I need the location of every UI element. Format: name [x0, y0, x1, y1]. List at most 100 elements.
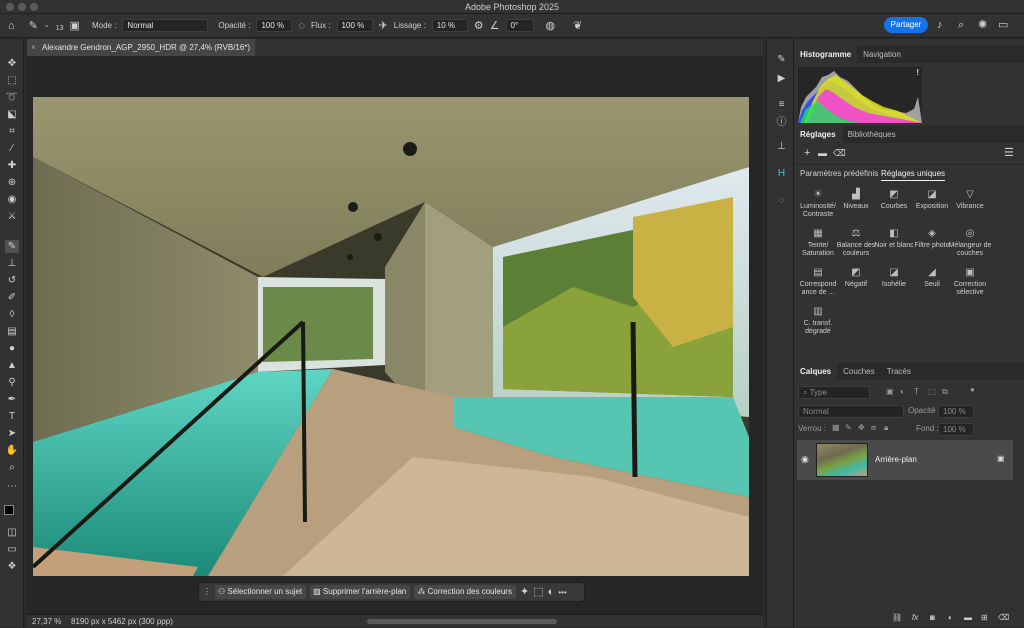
tab-histogram[interactable]: Histogramme: [794, 46, 858, 63]
spot-healing-tool-icon[interactable]: ✚: [5, 159, 19, 172]
screen-mode-icon[interactable]: ▭: [5, 543, 19, 556]
brush-tool-icon[interactable]: ✎: [29, 20, 38, 32]
brush-tool-icon[interactable]: ✎: [5, 240, 19, 253]
smoothing-field[interactable]: 10 %: [431, 19, 468, 32]
tab-layers[interactable]: Calques: [794, 363, 838, 380]
tab-paths[interactable]: Tracés: [881, 363, 917, 380]
color-correction-button[interactable]: ⁂ Correction des couleurs: [414, 585, 516, 599]
quick-mask-icon[interactable]: ◫: [5, 526, 19, 539]
tab-single-adjustments[interactable]: Réglages uniques: [881, 169, 946, 181]
brush-settings-dock-icon[interactable]: ✎: [775, 53, 788, 66]
new-layer-icon[interactable]: ⊞: [981, 613, 988, 622]
fill-field[interactable]: 100 %: [938, 423, 974, 436]
history-brush-tool-icon[interactable]: ↺: [5, 274, 19, 287]
gradient-tool-icon[interactable]: ▤: [5, 325, 19, 338]
tab-adjustments[interactable]: Réglages: [794, 126, 842, 143]
marquee-tool-icon[interactable]: ⬚: [5, 74, 19, 87]
pen-tool-icon[interactable]: ✒: [5, 393, 19, 406]
eraser-tool-icon[interactable]: ◊: [5, 308, 19, 321]
document-tab[interactable]: × Alexandre Gendron_AGP_2950_HDR @ 27,4%…: [27, 39, 255, 69]
trash-icon[interactable]: ⌫: [833, 147, 846, 159]
crop-tool-icon[interactable]: ⌗: [5, 125, 19, 138]
pressure-size-icon[interactable]: ◍: [546, 20, 556, 32]
lock-pixels-icon[interactable]: ▦: [832, 423, 840, 432]
actions-play-icon[interactable]: ▶: [775, 72, 788, 85]
hand-tool-icon[interactable]: ✋: [5, 444, 19, 457]
remove-background-button[interactable]: ▨ Supprimer l'arrière-plan: [310, 585, 411, 599]
mode-select[interactable]: Normal: [122, 19, 209, 32]
folder-icon[interactable]: ▬: [818, 147, 827, 159]
chevron-down-icon[interactable]: ⌄: [44, 20, 50, 32]
lasso-tool-icon[interactable]: ➰: [5, 91, 19, 104]
bell-icon[interactable]: ♪: [937, 19, 943, 31]
select-icon[interactable]: ⬚: [533, 586, 543, 598]
type-tool-icon[interactable]: T: [5, 410, 19, 423]
angle-field[interactable]: 0°: [505, 19, 534, 32]
patch-tool-icon[interactable]: ◉: [5, 193, 19, 206]
workspace-icon[interactable]: ▭: [998, 19, 1008, 31]
contrast-icon[interactable]: ◐: [548, 586, 555, 598]
sharpen-tool-icon[interactable]: ▲: [5, 359, 19, 372]
search-icon[interactable]: ⌕: [958, 19, 964, 31]
layer-name[interactable]: Arrière-plan: [875, 455, 917, 464]
lock-position-icon[interactable]: ✥: [858, 423, 865, 432]
add-mask-icon[interactable]: ◙: [930, 613, 935, 622]
lock-paint-icon[interactable]: ✎: [845, 423, 852, 432]
filter-adjust-icon[interactable]: ◐: [900, 387, 905, 396]
discover-icon[interactable]: ✺: [978, 19, 987, 31]
info-icon[interactable]: ⓘ: [775, 116, 788, 129]
fx-button[interactable]: fx: [912, 613, 918, 622]
zoom-level[interactable]: 27,37 %: [32, 615, 61, 628]
more-tools-icon[interactable]: ⋯: [5, 480, 19, 493]
layer-filter-select[interactable]: ⌕ Type: [798, 386, 870, 399]
airbrush-icon[interactable]: ✈: [379, 20, 388, 32]
add-icon[interactable]: +: [804, 147, 810, 159]
layer-opacity-field[interactable]: 100 %: [938, 405, 974, 418]
minimize-window-button[interactable]: [18, 3, 26, 11]
group-icon[interactable]: ▬: [964, 613, 972, 622]
link-layers-icon[interactable]: ⛓: [892, 613, 902, 622]
tab-channels[interactable]: Couches: [837, 363, 881, 380]
path-select-tool-icon[interactable]: ➤: [5, 427, 19, 440]
tab-libraries[interactable]: Bibliothèques: [842, 126, 902, 143]
maximize-window-button[interactable]: [30, 3, 38, 11]
filter-smart-icon[interactable]: ⧉: [942, 387, 948, 397]
dodge-tool-icon[interactable]: ⚲: [5, 376, 19, 389]
properties-icon[interactable]: ≡: [775, 98, 788, 111]
filter-pixel-icon[interactable]: ▣: [886, 387, 894, 396]
layer-row[interactable]: ◉ Arrière-plan ▣: [797, 440, 1013, 480]
adjustment-channel-mixer[interactable]: ◎ Mélangeur de couches: [948, 228, 992, 258]
pressure-opacity-icon[interactable]: ◌: [298, 20, 305, 32]
list-view-icon[interactable]: ☰: [1004, 147, 1014, 159]
more-button[interactable]: •••: [558, 588, 566, 597]
adjustment-selective-color[interactable]: ▣ Correction sélective: [948, 267, 992, 297]
delete-layer-icon[interactable]: ⌫: [998, 613, 1009, 622]
healing-tool-icon[interactable]: ⊕: [5, 176, 19, 189]
tab-presets[interactable]: Paramètres prédéfinis: [800, 169, 878, 178]
warning-icon[interactable]: !: [916, 68, 919, 77]
filter-type-icon[interactable]: T: [914, 387, 919, 396]
adjustment-gradient-map[interactable]: ▥ C. transf. dégradé: [796, 306, 840, 336]
zoom-tool-icon[interactable]: ⌕: [5, 461, 19, 474]
share-button[interactable]: Partager: [884, 17, 928, 33]
generative-icon[interactable]: ❖: [5, 560, 19, 573]
blur-tool-icon[interactable]: ●: [5, 342, 19, 355]
filter-toggle-icon[interactable]: ●: [970, 385, 975, 394]
generate-icon[interactable]: ◌: [775, 194, 788, 207]
red-eye-tool-icon[interactable]: ⚔: [5, 210, 19, 223]
filter-shape-icon[interactable]: ⬚: [928, 387, 936, 396]
document-image[interactable]: [33, 97, 749, 576]
stamp-tool-icon[interactable]: ⊥: [5, 257, 19, 270]
move-tool-icon[interactable]: ✥: [5, 57, 19, 70]
object-select-tool-icon[interactable]: ⬕: [5, 108, 19, 121]
close-tab-icon[interactable]: ×: [31, 39, 36, 56]
home-icon[interactable]: ⌂: [8, 20, 15, 32]
lock-all-icon[interactable]: 🔒︎: [884, 423, 888, 433]
lock-artboard-icon[interactable]: ⧈: [871, 423, 876, 433]
adjustment-layer-icon[interactable]: ◐: [948, 613, 953, 622]
magic-icon[interactable]: ✦: [520, 586, 529, 598]
plugin-icon[interactable]: H: [775, 167, 788, 180]
foreground-color-swatch[interactable]: [4, 505, 14, 515]
art-history-tool-icon[interactable]: ✐: [5, 291, 19, 304]
adjustment-vibrance[interactable]: ▽ Vibrance: [948, 189, 992, 211]
